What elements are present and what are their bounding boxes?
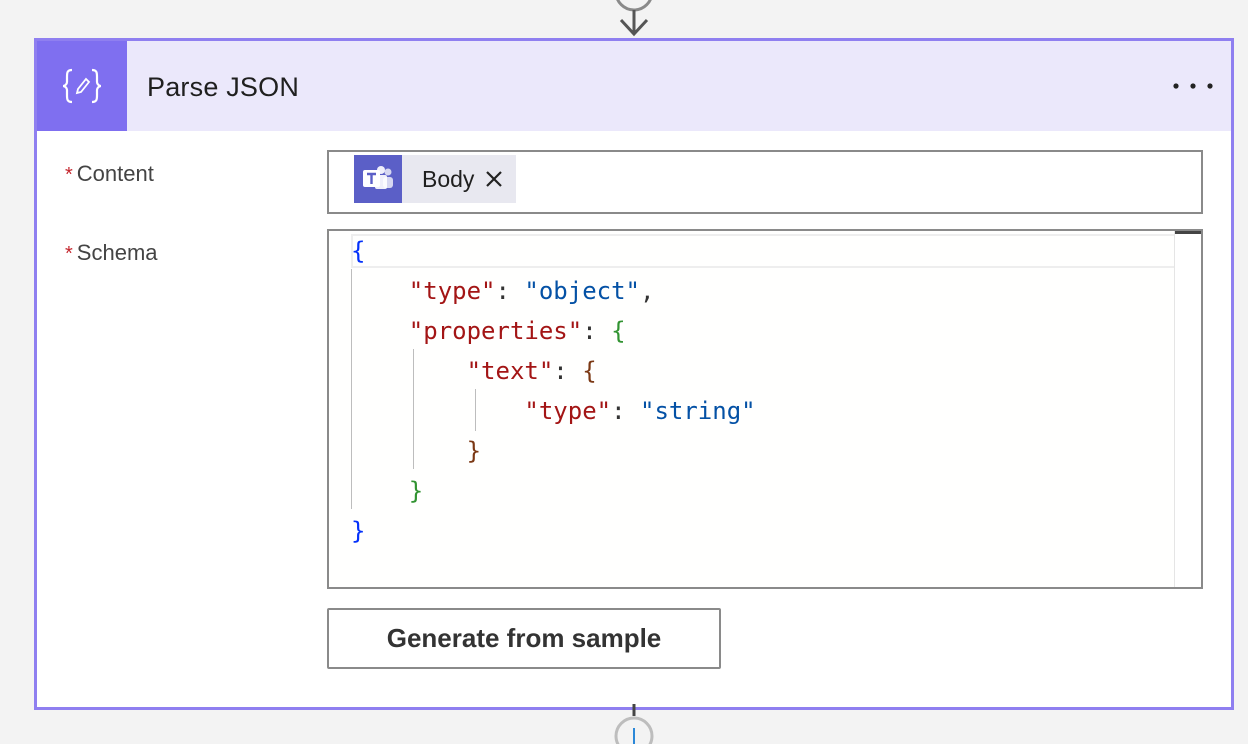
code-line-8: } (351, 517, 366, 545)
current-line-highlight (351, 234, 1197, 268)
code-line-4: "text": { (466, 357, 597, 385)
generate-from-sample-button[interactable]: Generate from sample (327, 608, 721, 669)
flow-connector-top (616, 0, 652, 37)
code-line-2: "type": "object", (408, 277, 655, 305)
code-line-6: } (466, 437, 482, 465)
token-label: Body (422, 165, 475, 192)
microsoft-teams-icon (354, 155, 402, 203)
action-title[interactable]: Parse JSON (147, 41, 299, 131)
more-options-button[interactable] (1169, 67, 1217, 105)
flow-connector-bottom (614, 704, 654, 744)
schema-label-text: Schema (76, 240, 158, 265)
code-line-7: } (408, 477, 424, 505)
close-icon[interactable] (484, 169, 504, 189)
code-line-5: "type": "string" (524, 397, 756, 425)
content-input[interactable]: Body (327, 150, 1203, 214)
action-header[interactable]: Parse JSON (37, 41, 1231, 131)
curly-braces-pencil-icon (37, 41, 127, 131)
content-label: * Content (65, 161, 154, 187)
schema-label: * Schema (65, 240, 158, 266)
ellipsis-icon (1173, 83, 1213, 89)
required-marker: * (65, 243, 73, 265)
required-marker: * (65, 164, 73, 186)
code-line-1: { (351, 237, 366, 265)
body-token[interactable]: Body (354, 155, 516, 203)
code-line-3: "properties": { (408, 317, 626, 345)
content-label-text: Content (76, 161, 154, 186)
editor-scrollbar[interactable] (1174, 231, 1201, 587)
parse-json-action-card: Parse JSON * Content Body * Schema {"ty… (34, 38, 1234, 710)
schema-code-editor[interactable]: { "type": "object", "properties": { "tex… (327, 229, 1203, 589)
scroll-thumb[interactable] (1175, 231, 1201, 234)
